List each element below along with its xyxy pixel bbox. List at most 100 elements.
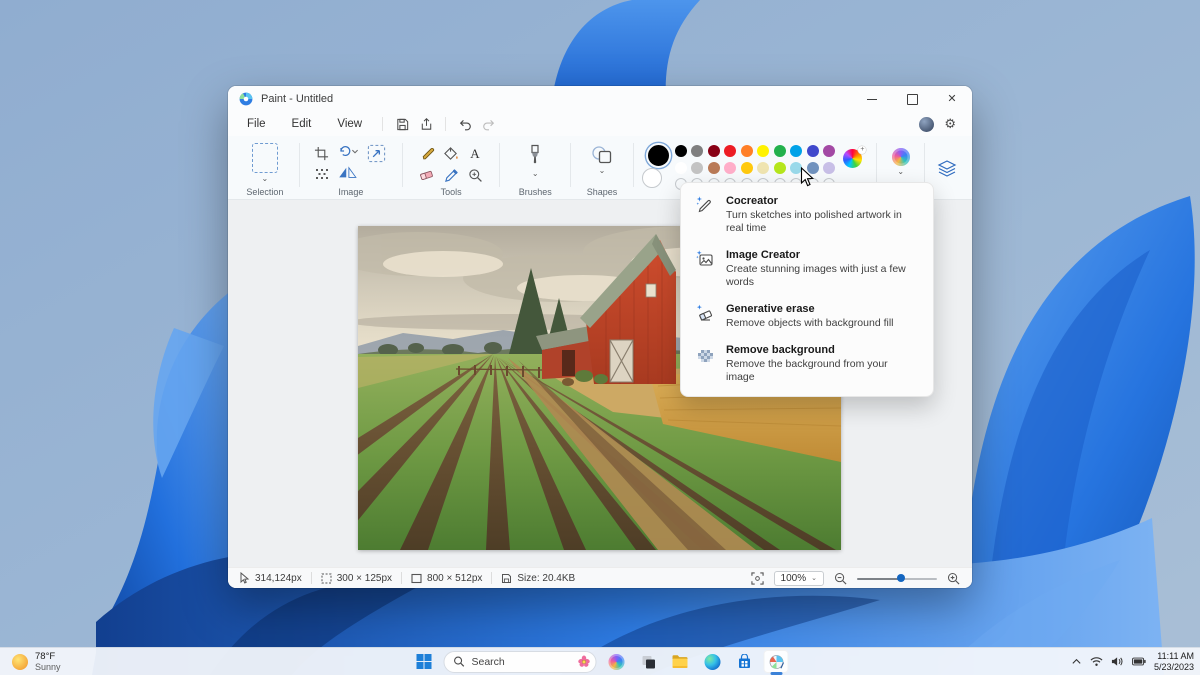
zoom-level-dropdown[interactable]: 100% ⌄ [773,570,824,586]
share-button[interactable] [414,114,438,134]
menu-item-remove-background[interactable]: Remove background Remove the background … [681,337,933,391]
wifi-icon[interactable] [1090,656,1103,667]
shapes-icon[interactable] [591,145,613,165]
undo-button[interactable] [453,114,477,134]
menu-item-generative-erase[interactable]: Generative erase Remove objects with bac… [681,296,933,337]
microsoft-store-icon[interactable] [732,650,757,673]
color-swatch[interactable] [773,161,786,174]
file-size-icon [502,573,512,583]
save-button[interactable] [390,114,414,134]
tools-group: A Tools [404,136,499,199]
color-swatch[interactable] [724,161,737,174]
chevron-down-icon: ⌄ [811,575,817,582]
search-box[interactable]: Search [443,650,597,673]
crop-icon[interactable] [314,146,329,161]
file-explorer-icon[interactable] [668,650,693,673]
cursor-position-icon [240,572,250,584]
color-swatch[interactable] [707,161,720,174]
eraser-tool-icon[interactable] [419,168,435,182]
color-swatch[interactable] [674,161,687,174]
color-swatch[interactable] [757,161,770,174]
minimize-button[interactable] [852,86,892,112]
menu-file[interactable]: File [234,116,279,132]
layers-icon [937,159,957,177]
edit-colors-button[interactable]: + [843,145,867,169]
color-swatch[interactable] [740,161,753,174]
brushes-group[interactable]: ⌄ Brushes [501,136,569,199]
battery-icon[interactable] [1132,657,1146,666]
divider [924,143,925,187]
weather-condition: Sunny [35,662,61,672]
fit-to-window-icon[interactable] [750,571,764,585]
weather-widget[interactable]: 78°F Sunny [12,648,61,675]
menu-item-cocreator[interactable]: Cocreator Turn sketches into polished ar… [681,188,933,242]
maximize-button[interactable] [892,86,932,112]
color-swatch[interactable] [757,145,770,157]
chevron-down-icon[interactable]: ⌄ [262,175,269,183]
chevron-down-icon[interactable]: ⌄ [599,167,606,175]
zoom-in-icon[interactable] [947,572,960,585]
selection-group[interactable]: ⌄ Selection [232,136,298,199]
taskbar-paint-icon[interactable] [763,650,789,673]
menu-item-title: Image Creator [726,249,800,261]
chevron-down-icon[interactable]: ⌄ [532,170,539,178]
shapes-group[interactable]: ⌄ Shapes [572,136,632,199]
taskbar-clock[interactable]: 11:11 AM 5/23/2023 [1154,651,1194,672]
text-tool-icon[interactable]: A [468,146,482,160]
task-view-icon[interactable] [636,650,661,673]
start-button[interactable] [412,650,437,673]
color-swatch[interactable] [773,145,786,157]
account-avatar[interactable] [919,116,935,132]
color-swatch[interactable] [707,145,720,157]
secondary-color-swatch[interactable] [641,168,662,188]
settings-gear-icon[interactable]: ⚙ [944,117,956,132]
zoom-slider[interactable] [857,573,937,583]
primary-color-swatch[interactable] [645,143,671,168]
fill-tool-icon[interactable] [443,146,459,161]
tray-chevron-up-icon[interactable] [1071,657,1082,666]
rotate-icon[interactable] [337,144,359,163]
close-button[interactable]: ✕ [932,86,972,112]
title-bar[interactable]: Paint - Untitled ✕ [228,86,972,112]
menu-item-title: Remove background [726,344,835,356]
divider [445,117,447,131]
color-swatch[interactable] [823,145,836,157]
zoom-out-icon[interactable] [834,572,847,585]
group-label-brushes: Brushes [518,187,552,197]
selection-tool-icon[interactable] [251,143,278,173]
brush-icon[interactable] [528,144,542,168]
resize-icon[interactable] [367,144,386,163]
color-swatch[interactable] [740,145,753,157]
color-swatch[interactable] [724,145,737,157]
menu-view[interactable]: View [324,116,375,132]
clock-date: 5/23/2023 [1153,661,1194,672]
clock-time: 11:11 AM [1157,651,1194,661]
window-title: Paint - Untitled [261,93,334,105]
canvas-size: 800 × 512px [427,572,483,584]
menu-item-title: Cocreator [726,195,778,207]
chevron-down-icon[interactable]: ⌄ [897,168,904,176]
volume-icon[interactable] [1111,656,1124,667]
dither-pattern-icon[interactable] [315,168,329,182]
taskbar-copilot-icon[interactable] [604,650,629,673]
pencil-tool-icon[interactable] [420,146,435,161]
color-swatch[interactable] [806,145,819,157]
magnifier-tool-icon[interactable] [468,168,483,183]
color-swatch[interactable] [823,161,836,174]
color-picker-tool-icon[interactable] [444,168,459,183]
color-swatch[interactable] [674,145,687,157]
color-swatch[interactable] [691,145,704,157]
menu-item-image-creator[interactable]: Image Creator Create stunning images wit… [681,242,933,296]
canvas-size-icon [411,573,422,583]
color-swatch[interactable] [691,161,704,174]
selection-size: 300 × 125px [336,572,393,584]
color-swatch[interactable] [790,145,803,157]
flip-icon[interactable] [337,165,359,185]
menu-item-desc: Turn sketches into polished artwork in r… [726,209,902,234]
edge-browser-icon[interactable] [700,650,725,673]
divider [298,143,300,187]
zoom-slider-thumb[interactable] [897,574,905,582]
menu-edit[interactable]: Edit [279,116,325,132]
copilot-icon [891,148,910,166]
redo-button[interactable] [477,114,501,134]
